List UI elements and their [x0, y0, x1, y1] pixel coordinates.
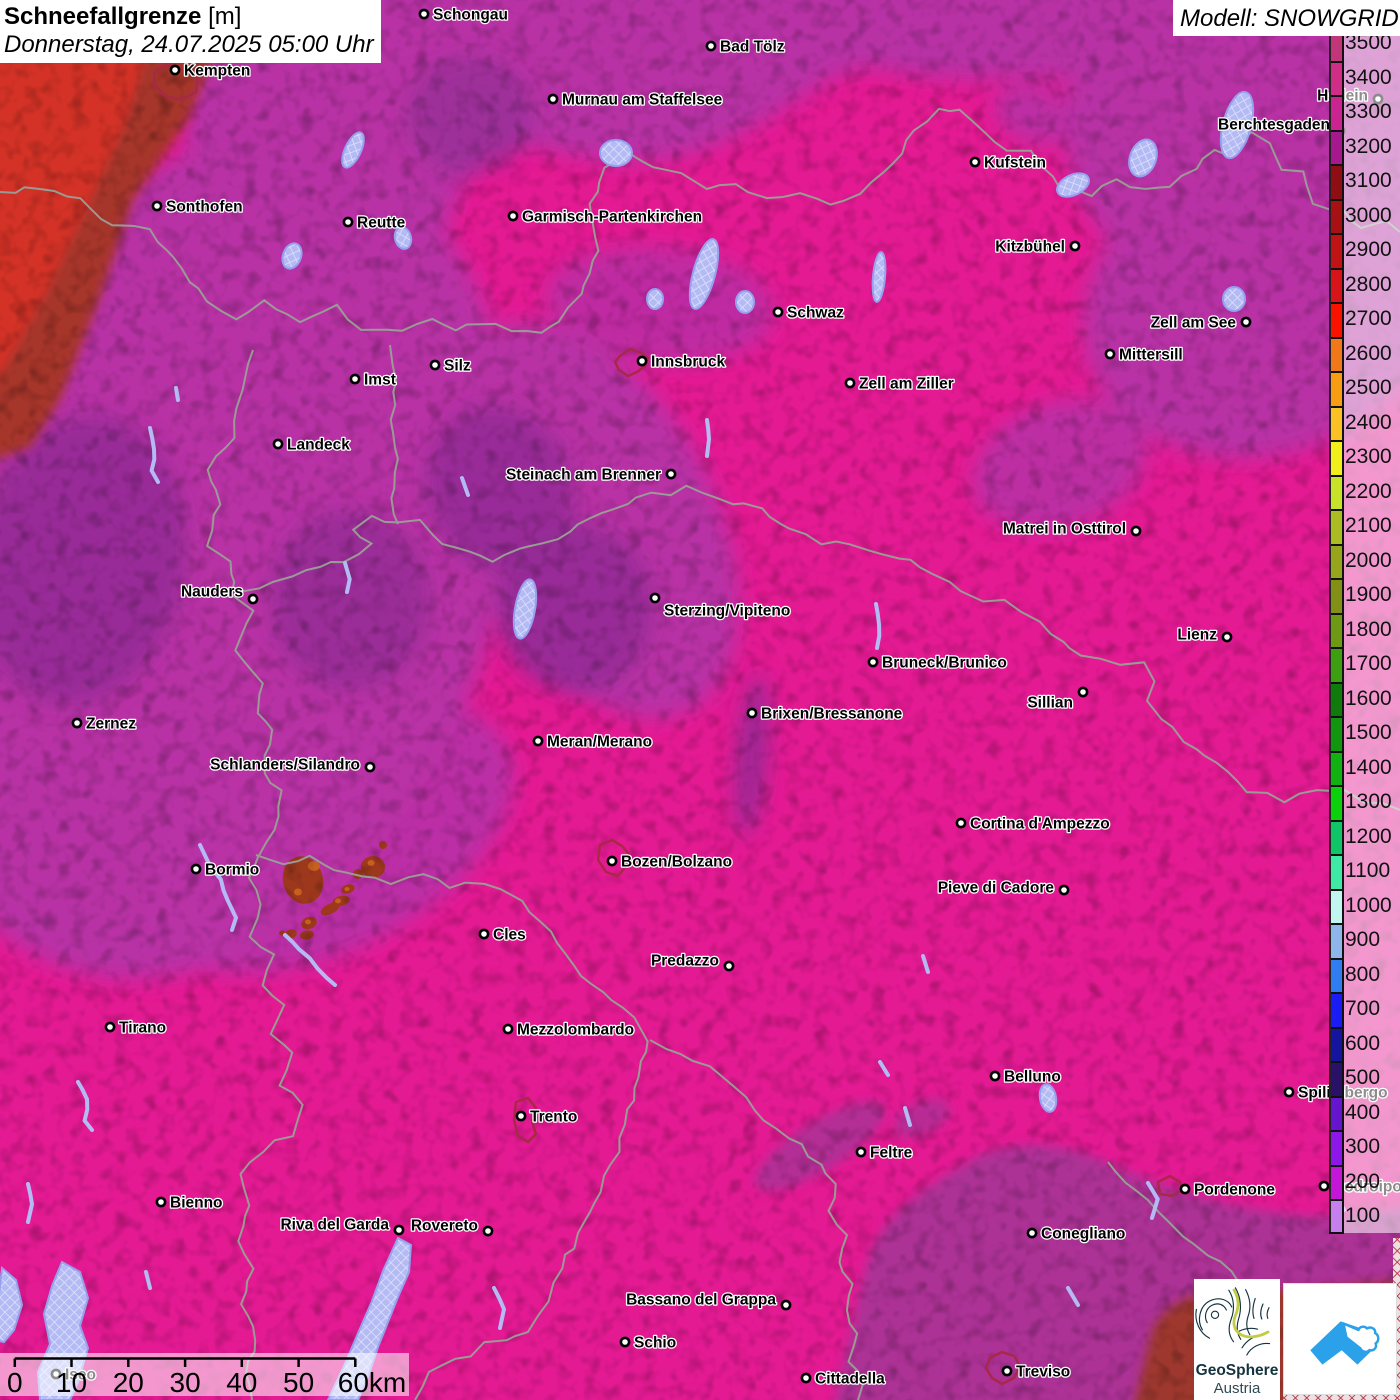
svg-text:Mezzolombardo: Mezzolombardo	[517, 1022, 634, 1039]
svg-text:Bad Tölz: Bad Tölz	[720, 39, 785, 56]
svg-text:20: 20	[113, 1367, 144, 1396]
svg-text:Meran/Merano: Meran/Merano	[547, 734, 652, 751]
svg-text:Imst: Imst	[364, 372, 396, 389]
svg-text:Nauders: Nauders	[181, 584, 243, 601]
svg-text:Riva del Garda: Riva del Garda	[280, 1217, 389, 1234]
svg-text:Trento: Trento	[530, 1109, 577, 1126]
svg-text:Belluno: Belluno	[1004, 1069, 1061, 1086]
svg-text:Predazzo: Predazzo	[651, 953, 719, 970]
svg-text:GeoSphere: GeoSphere	[1196, 1362, 1279, 1379]
svg-text:Schio: Schio	[634, 1335, 676, 1352]
svg-text:Kempten: Kempten	[184, 63, 250, 80]
svg-text:Schwaz: Schwaz	[787, 305, 844, 322]
svg-text:Sterzing/Vipiteno: Sterzing/Vipiteno	[664, 603, 790, 620]
svg-text:Reutte: Reutte	[357, 215, 406, 232]
svg-text:30: 30	[170, 1367, 201, 1396]
svg-text:Rovereto: Rovereto	[411, 1218, 478, 1235]
svg-text:Zernez: Zernez	[86, 716, 136, 733]
svg-text:Austria: Austria	[1214, 1380, 1261, 1397]
svg-text:Lienz: Lienz	[1177, 627, 1217, 644]
svg-text:Steinach am Brenner: Steinach am Brenner	[506, 467, 661, 484]
svg-text:Innsbruck: Innsbruck	[651, 354, 725, 371]
svg-text:60km: 60km	[338, 1367, 406, 1396]
svg-text:Pordenone: Pordenone	[1194, 1182, 1275, 1199]
svg-text:Bruneck/Brunico: Bruneck/Brunico	[882, 655, 1007, 672]
svg-text:40: 40	[226, 1367, 257, 1396]
svg-text:Cles: Cles	[493, 927, 526, 944]
svg-text:Berchtesgaden: Berchtesgaden	[1218, 117, 1330, 134]
svg-text:Bozen/Bolzano: Bozen/Bolzano	[621, 854, 732, 871]
svg-text:0: 0	[7, 1367, 23, 1396]
svg-text:Bassano del Grappa: Bassano del Grappa	[626, 1292, 776, 1309]
svg-text:10: 10	[56, 1367, 87, 1396]
svg-text:Sonthofen: Sonthofen	[166, 199, 243, 216]
svg-text:Murnau am Staffelsee: Murnau am Staffelsee	[562, 92, 723, 109]
svg-text:Zell am Ziller: Zell am Ziller	[859, 376, 954, 393]
svg-text:Kitzbühel: Kitzbühel	[995, 239, 1065, 256]
svg-text:Feltre: Feltre	[870, 1145, 913, 1162]
svg-text:Matrei in Osttirol: Matrei in Osttirol	[1003, 521, 1126, 538]
svg-text:Treviso: Treviso	[1016, 1364, 1070, 1381]
svg-text:Zell am See: Zell am See	[1151, 315, 1237, 332]
svg-text:Schongau: Schongau	[433, 7, 508, 24]
svg-text:Mittersill: Mittersill	[1119, 347, 1183, 364]
svg-text:Tirano: Tirano	[119, 1020, 166, 1037]
svg-text:Bormio: Bormio	[205, 862, 259, 879]
svg-text:Pieve di Cadore: Pieve di Cadore	[938, 880, 1055, 897]
svg-text:Sillian: Sillian	[1027, 695, 1073, 712]
svg-text:Brixen/Bressanone: Brixen/Bressanone	[761, 706, 903, 723]
svg-text:50: 50	[283, 1367, 314, 1396]
svg-text:Landeck: Landeck	[287, 437, 350, 454]
svg-text:Conegliano: Conegliano	[1041, 1226, 1125, 1243]
svg-text:Cortina d'Ampezzo: Cortina d'Ampezzo	[970, 816, 1110, 833]
svg-text:Bienno: Bienno	[170, 1195, 223, 1212]
svg-text:Garmisch-Partenkirchen: Garmisch-Partenkirchen	[522, 209, 702, 226]
svg-text:Kufstein: Kufstein	[984, 155, 1046, 172]
svg-text:Schlanders/Silandro: Schlanders/Silandro	[210, 757, 360, 774]
svg-text:Silz: Silz	[444, 358, 471, 375]
svg-text:Cittadella: Cittadella	[815, 1371, 885, 1388]
